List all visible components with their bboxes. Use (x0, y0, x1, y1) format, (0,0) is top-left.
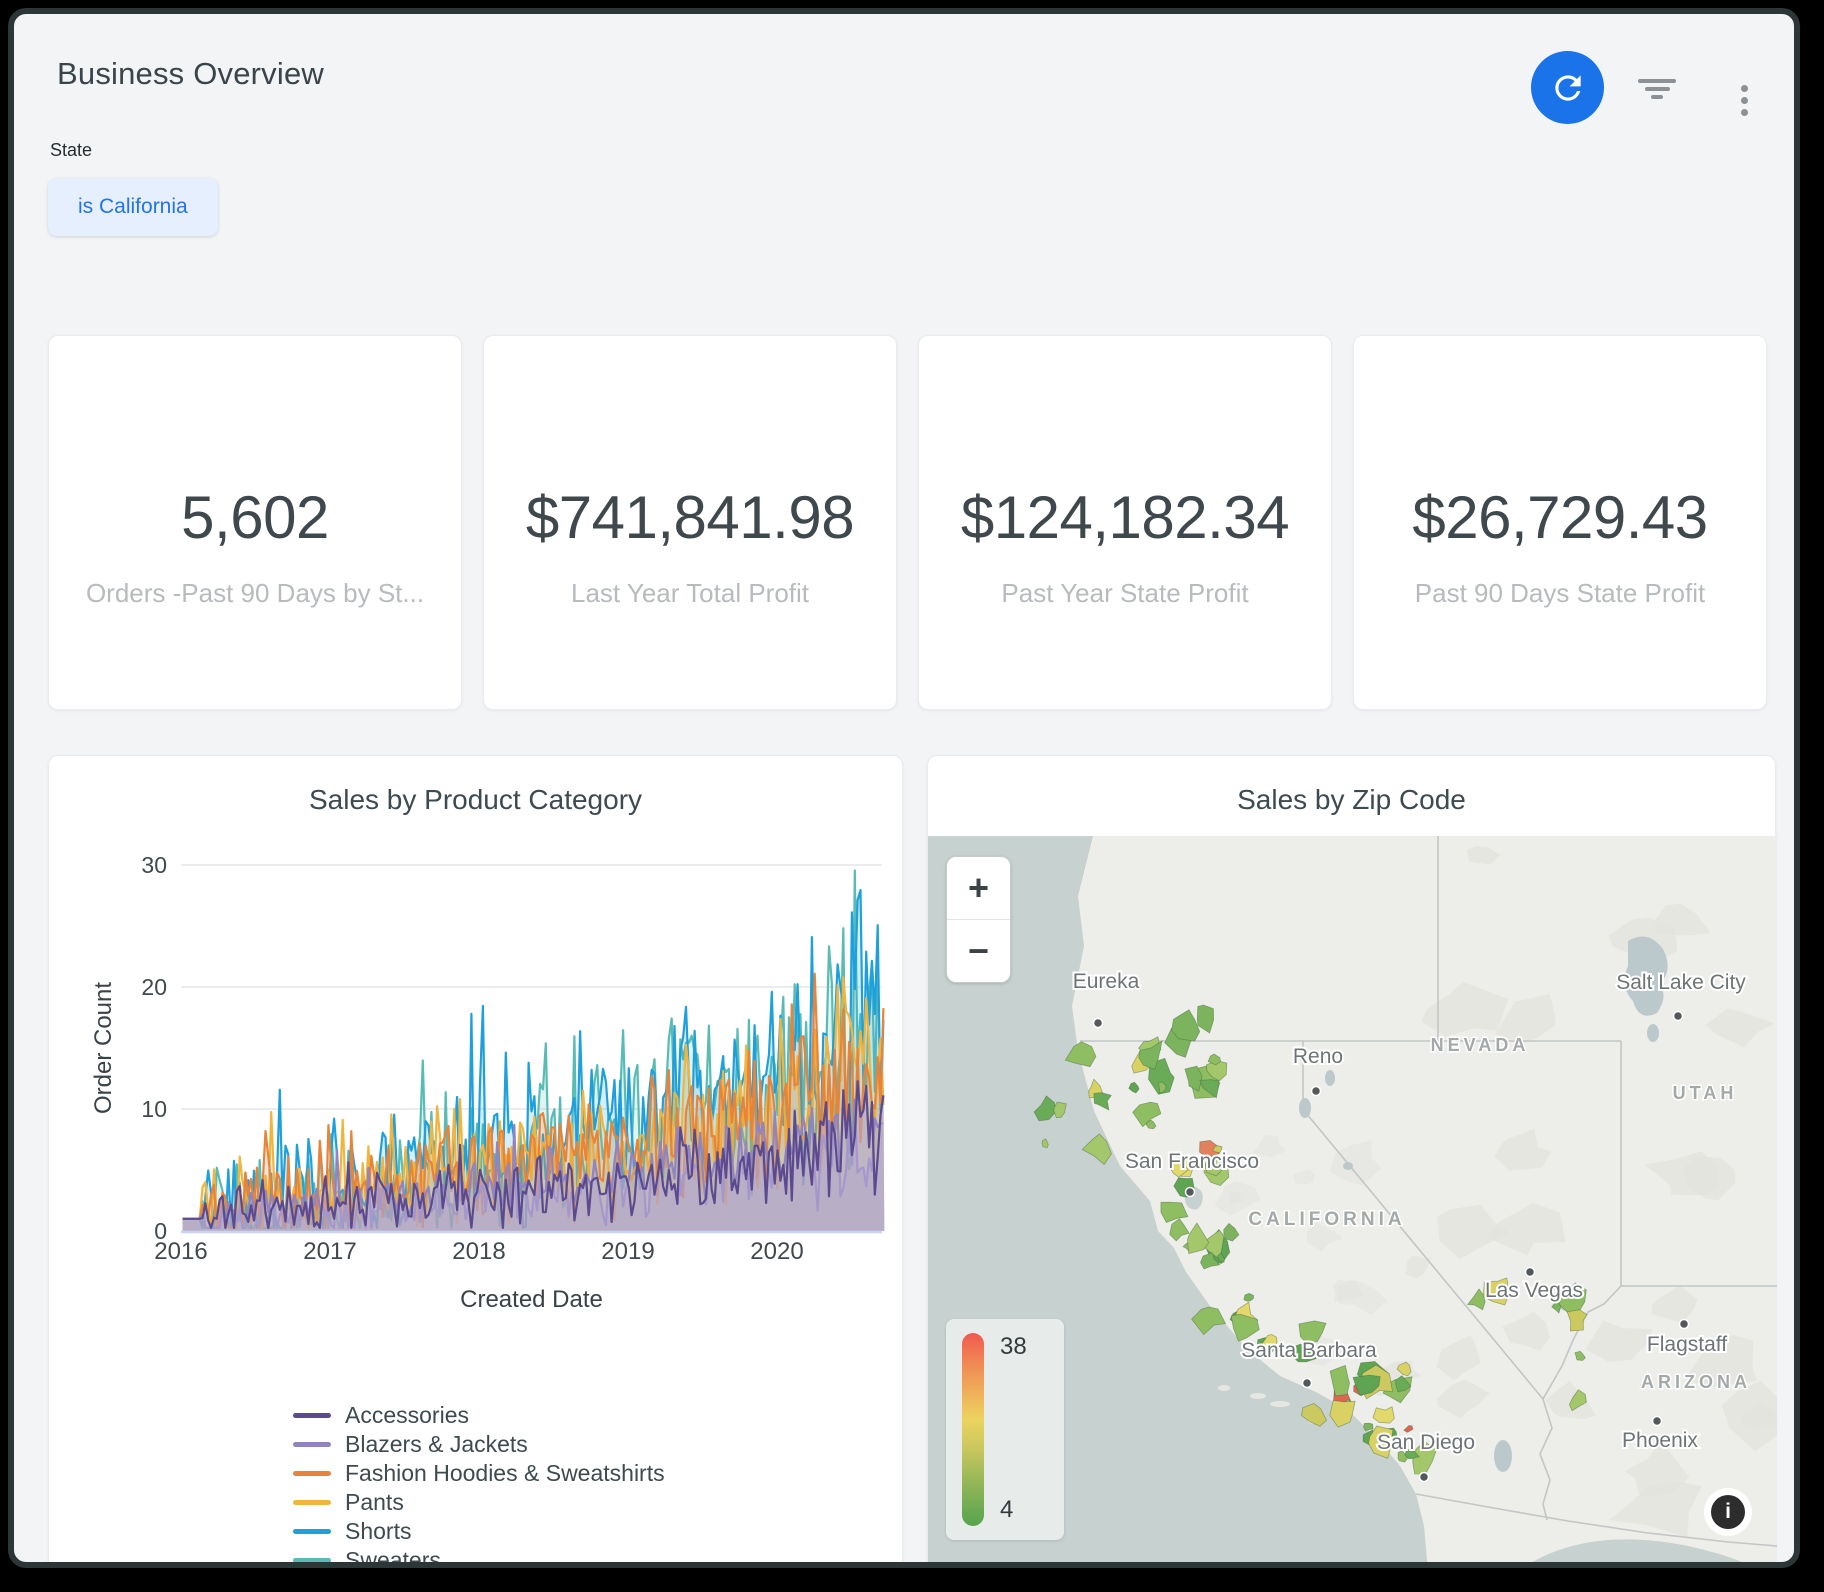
svg-text:30: 30 (141, 852, 167, 878)
kpi-value: $26,729.43 (1412, 483, 1707, 552)
chart-legend: Accessories Blazers & Jackets Fashion Ho… (293, 1401, 665, 1568)
filter-list-icon (1651, 95, 1663, 99)
state-filter-chip[interactable]: is California (48, 178, 218, 236)
legend-label: Pants (345, 1489, 404, 1516)
kebab-dot-icon (1741, 109, 1748, 116)
city-label-salt-lake-city: Salt Lake City (1616, 971, 1746, 994)
kpi-label: Past Year State Profit (1001, 578, 1248, 609)
dashboard-frame: Business Overview State is California 5,… (8, 8, 1800, 1568)
city-dot-las-vegas (1526, 1268, 1535, 1277)
legend-label: Fashion Hoodies & Sweatshirts (345, 1460, 665, 1487)
chart-title: Sales by Product Category (49, 784, 902, 816)
kpi-label: Past 90 Days State Profit (1415, 578, 1705, 609)
kebab-dot-icon (1741, 85, 1748, 92)
scale-min-value: 4 (1000, 1496, 1013, 1524)
filter-list-icon (1638, 79, 1676, 83)
svg-text:2019: 2019 (601, 1238, 654, 1265)
legend-swatch (293, 1413, 331, 1418)
kpi-card-last-year-profit: $741,841.98 Last Year Total Profit (483, 335, 897, 710)
svg-text:20: 20 (141, 974, 167, 1000)
zoom-out-button[interactable]: − (947, 920, 1010, 982)
city-label-phoenix: Phoenix (1622, 1429, 1698, 1452)
more-options-button[interactable] (1730, 74, 1758, 126)
kpi-card-past-year-state-profit: $124,182.34 Past Year State Profit (918, 335, 1332, 710)
legend-swatch (293, 1500, 331, 1505)
svg-text:2016: 2016 (154, 1238, 207, 1265)
legend-item-sweaters[interactable]: Sweaters (293, 1546, 665, 1568)
region-label-nevada: NEVADA (1431, 1035, 1530, 1055)
legend-item-blazers-jackets[interactable]: Blazers & Jackets (293, 1430, 665, 1459)
refresh-button[interactable] (1531, 51, 1604, 124)
svg-text:10: 10 (141, 1096, 167, 1122)
city-label-san-francisco: San Francisco (1125, 1150, 1259, 1173)
kpi-card-past-90-days-profit: $26,729.43 Past 90 Days State Profit (1353, 335, 1767, 710)
zip-map-card: Sales by Zip Code NEVADA UTAH CALIFORNIA AR… (927, 755, 1776, 1568)
city-label-santa-barbara: Santa Barbara (1241, 1339, 1377, 1362)
map-color-scale: 38 4 (946, 1319, 1064, 1540)
legend-swatch (293, 1471, 331, 1476)
refresh-icon (1549, 69, 1587, 107)
legend-label: Shorts (345, 1518, 411, 1545)
region-label-california: CALIFORNIA (1248, 1209, 1405, 1230)
city-dot-reno (1312, 1087, 1321, 1096)
city-dot-san-diego (1420, 1473, 1429, 1482)
filter-button[interactable] (1634, 74, 1680, 104)
legend-item-shorts[interactable]: Shorts (293, 1517, 665, 1546)
category-chart-card: Sales by Product Category 0102030Order C… (48, 755, 903, 1568)
map-zoom-control: + − (946, 856, 1011, 983)
info-icon: i (1711, 1495, 1745, 1529)
legend-swatch (293, 1442, 331, 1447)
city-label-las-vegas: Las Vegas (1485, 1279, 1583, 1302)
filter-list-icon (1645, 87, 1670, 91)
kpi-label: Last Year Total Profit (571, 578, 809, 609)
map-title: Sales by Zip Code (928, 784, 1775, 816)
legend-label: Blazers & Jackets (345, 1431, 528, 1458)
scale-max-value: 38 (1000, 1333, 1027, 1361)
city-dot-san-francisco (1186, 1188, 1195, 1197)
legend-label: Sweaters (345, 1547, 441, 1568)
city-dot-santa-barbara (1303, 1379, 1312, 1388)
svg-text:2017: 2017 (303, 1238, 356, 1265)
kpi-value: $741,841.98 (526, 483, 854, 552)
city-dot-phoenix (1653, 1417, 1662, 1426)
svg-text:2018: 2018 (452, 1238, 505, 1265)
zoom-in-button[interactable]: + (947, 857, 1010, 919)
svg-text:Order Count: Order Count (90, 982, 117, 1114)
legend-item-pants[interactable]: Pants (293, 1488, 665, 1517)
city-label-san-diego: San Diego (1377, 1431, 1475, 1454)
city-dot-eureka (1094, 1019, 1103, 1028)
svg-text:Created Date: Created Date (460, 1286, 603, 1313)
region-label-arizona: ARIZONA (1641, 1372, 1751, 1392)
city-label-reno: Reno (1293, 1045, 1343, 1068)
legend-swatch (293, 1558, 331, 1563)
filter-field-label: State (50, 140, 92, 161)
city-label-eureka: Eureka (1073, 970, 1140, 993)
kpi-label: Orders -Past 90 Days by St... (86, 578, 424, 609)
kebab-dot-icon (1741, 97, 1748, 104)
city-label-flagstaff: Flagstaff (1647, 1333, 1727, 1356)
city-dot-flagstaff (1680, 1320, 1689, 1329)
svg-text:2020: 2020 (750, 1238, 803, 1265)
color-gradient-bar (962, 1333, 984, 1526)
legend-swatch (293, 1529, 331, 1534)
kpi-card-orders: 5,602 Orders -Past 90 Days by St... (48, 335, 462, 710)
page-title: Business Overview (57, 56, 324, 92)
legend-item-fashion-hoodies[interactable]: Fashion Hoodies & Sweatshirts (293, 1459, 665, 1488)
kpi-value: $124,182.34 (961, 483, 1289, 552)
legend-label: Accessories (345, 1402, 469, 1429)
region-label-utah: UTAH (1673, 1083, 1738, 1103)
city-dot-salt-lake-city (1674, 1012, 1683, 1021)
map-attribution-button[interactable]: i (1704, 1488, 1752, 1536)
legend-item-accessories[interactable]: Accessories (293, 1401, 665, 1430)
zip-choropleth-map[interactable]: NEVADA UTAH CALIFORNIA ARIZONA Eureka Salt La… (928, 836, 1777, 1568)
kpi-value: 5,602 (181, 483, 329, 552)
